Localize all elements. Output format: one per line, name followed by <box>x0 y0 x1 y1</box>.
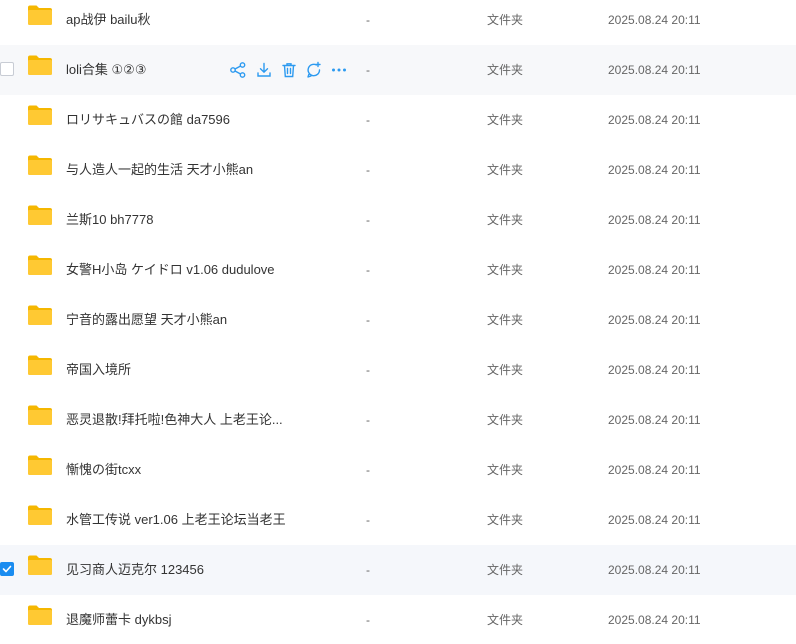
share-button[interactable] <box>228 60 248 80</box>
file-name[interactable]: 兰斯10 bh7778 <box>66 195 153 245</box>
file-row[interactable]: 女警H小岛 ケイドロ v1.06 dudulove - 文件夹 2025.08.24 … <box>0 245 796 295</box>
delete-icon <box>279 63 299 83</box>
share-icon <box>228 62 248 83</box>
file-name[interactable]: ロリサキュバスの館 da7596 <box>66 95 230 145</box>
folder-icon <box>27 204 53 226</box>
file-size: - <box>366 213 370 227</box>
folder-icon <box>27 404 53 426</box>
file-size: - <box>366 63 370 77</box>
file-type: 文件夹 <box>487 313 524 327</box>
file-size: - <box>366 13 370 27</box>
file-name[interactable]: ap战伊 bailu秋 <box>66 0 151 45</box>
file-type: 文件夹 <box>487 563 524 577</box>
folder-icon <box>27 554 53 576</box>
modified-date: 2025.08.24 20:11 <box>608 263 701 277</box>
file-type: 文件夹 <box>487 613 524 627</box>
comment-button[interactable] <box>304 60 324 80</box>
file-size: - <box>366 463 370 477</box>
file-size: - <box>366 613 370 627</box>
file-type: 文件夹 <box>487 463 524 477</box>
file-row[interactable]: 与人造人一起的生活 天才小熊an - 文件夹 2025.08.24 20:11 <box>0 145 796 195</box>
row-checkbox[interactable] <box>0 62 14 76</box>
file-row[interactable]: 兰斯10 bh7778 - 文件夹 2025.08.24 20:11 <box>0 195 796 245</box>
more-button[interactable] <box>329 60 349 80</box>
file-type: 文件夹 <box>487 13 524 27</box>
file-list: ap战伊 bailu秋 - 文件夹 2025.08.24 20:11 loli合集 ①… <box>0 0 796 644</box>
file-name[interactable]: 女警H小岛 ケイドロ v1.06 dudulove <box>66 245 275 295</box>
file-type: 文件夹 <box>487 63 524 77</box>
modified-date: 2025.08.24 20:11 <box>608 463 701 477</box>
file-size: - <box>366 263 370 277</box>
file-row[interactable]: 宁音的露出愿望 天才小熊an - 文件夹 2025.08.24 20:11 <box>0 295 796 345</box>
folder-icon <box>27 454 53 476</box>
file-name[interactable]: 恶灵退散!拜托啦!色神大人 上老王论... <box>66 395 283 445</box>
file-size: - <box>366 563 370 577</box>
modified-date: 2025.08.24 20:11 <box>608 563 701 577</box>
download-icon <box>254 62 274 83</box>
file-row[interactable]: 恶灵退散!拜托啦!色神大人 上老王论... - 文件夹 2025.08.24 20:1… <box>0 395 796 445</box>
modified-date: 2025.08.24 20:11 <box>608 413 701 427</box>
file-name[interactable]: loli合集 ①②③ <box>66 45 146 95</box>
file-name[interactable]: 水管工传说 ver1.06 上老王论坛当老王 <box>66 495 286 545</box>
file-row[interactable]: ap战伊 bailu秋 - 文件夹 2025.08.24 20:11 <box>0 0 796 45</box>
delete-button[interactable] <box>279 60 299 80</box>
modified-date: 2025.08.24 20:11 <box>608 13 701 27</box>
modified-date: 2025.08.24 20:11 <box>608 313 701 327</box>
row-checkbox[interactable] <box>0 562 14 576</box>
file-name[interactable]: 帝国入境所 <box>66 345 131 395</box>
file-row[interactable]: ロリサキュバスの館 da7596 - 文件夹 2025.08.24 20:11 <box>0 95 796 145</box>
modified-date: 2025.08.24 20:11 <box>608 63 701 77</box>
file-row[interactable]: loli合集 ①②③ - 文件夹 2025.08.24 20:11 <box>0 45 796 95</box>
folder-icon <box>27 154 53 176</box>
file-size: - <box>366 113 370 127</box>
file-size: - <box>366 513 370 527</box>
folder-icon <box>27 354 53 376</box>
folder-icon <box>27 504 53 526</box>
file-type: 文件夹 <box>487 213 524 227</box>
download-button[interactable] <box>254 60 274 80</box>
file-row[interactable]: 慚愧の街tcxx - 文件夹 2025.08.24 20:11 <box>0 445 796 495</box>
file-row[interactable]: 帝国入境所 - 文件夹 2025.08.24 20:11 <box>0 345 796 395</box>
modified-date: 2025.08.24 20:11 <box>608 163 701 177</box>
file-type: 文件夹 <box>487 413 524 427</box>
folder-icon <box>27 4 53 26</box>
file-name[interactable]: 慚愧の街tcxx <box>66 445 141 495</box>
file-type: 文件夹 <box>487 113 524 127</box>
file-type: 文件夹 <box>487 163 524 177</box>
modified-date: 2025.08.24 20:11 <box>608 613 701 627</box>
file-type: 文件夹 <box>487 363 524 377</box>
more-icon <box>329 68 349 83</box>
file-row[interactable]: 见习商人迈克尔 123456 - 文件夹 2025.08.24 20:11 <box>0 545 796 595</box>
file-type: 文件夹 <box>487 513 524 527</box>
file-name[interactable]: 见习商人迈克尔 123456 <box>66 545 204 595</box>
file-size: - <box>366 313 370 327</box>
folder-icon <box>27 54 53 76</box>
modified-date: 2025.08.24 20:11 <box>608 213 701 227</box>
file-row[interactable]: 水管工传说 ver1.06 上老王论坛当老王 - 文件夹 2025.08.24 20:… <box>0 495 796 545</box>
comment-icon <box>304 61 324 83</box>
file-type: 文件夹 <box>487 263 524 277</box>
folder-icon <box>27 254 53 276</box>
file-size: - <box>366 163 370 177</box>
folder-icon <box>27 104 53 126</box>
file-name[interactable]: 与人造人一起的生活 天才小熊an <box>66 145 253 195</box>
modified-date: 2025.08.24 20:11 <box>608 113 701 127</box>
file-size: - <box>366 413 370 427</box>
modified-date: 2025.08.24 20:11 <box>608 363 701 377</box>
modified-date: 2025.08.24 20:11 <box>608 513 701 527</box>
folder-icon <box>27 604 53 626</box>
file-size: - <box>366 363 370 377</box>
file-row[interactable]: 退魔师蕾卡 dykbsj - 文件夹 2025.08.24 20:11 <box>0 595 796 644</box>
folder-icon <box>27 304 53 326</box>
file-name[interactable]: 退魔师蕾卡 dykbsj <box>66 595 171 644</box>
file-name[interactable]: 宁音的露出愿望 天才小熊an <box>66 295 227 345</box>
